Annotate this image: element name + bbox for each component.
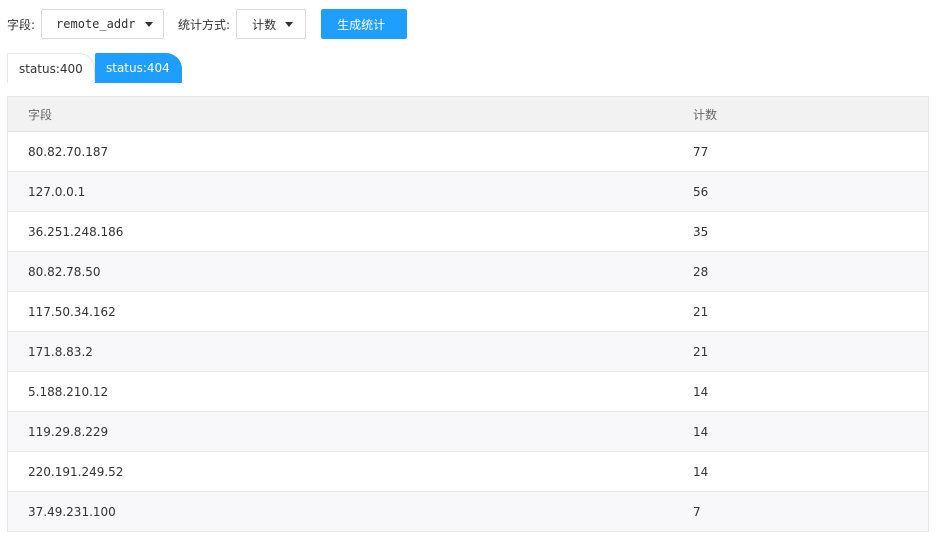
method-label: 统计方式: [178,17,231,32]
table-row: 171.8.83.2 21 [8,331,928,371]
status-tabs: status:400 status:404 [7,53,182,83]
table-row: 37.49.231.100 7 [8,491,928,531]
count-cell: 21 [693,344,709,359]
toolbar: 字段: remote_addr 统计方式: 计数 生成统计 [7,9,408,39]
field-cell: 220.191.249.52 [28,464,124,479]
field-cell: 127.0.0.1 [28,184,86,199]
field-cell: 36.251.248.186 [28,224,124,239]
count-cell: 56 [693,184,709,199]
tab-label: status:404 [106,61,170,75]
field-cell: 80.82.70.187 [28,144,109,159]
table-row: 119.29.8.229 14 [8,411,928,451]
table-row: 220.191.249.52 14 [8,451,928,491]
method-select[interactable]: 计数 [236,9,307,39]
field-cell: 5.188.210.12 [28,384,109,399]
column-header-field: 字段 [28,107,53,122]
field-cell: 171.8.83.2 [28,344,93,359]
chevron-down-icon [144,21,153,27]
count-cell: 28 [693,264,709,279]
stats-table: 字段 计数 80.82.70.187 77 127.0.0.1 56 36.25… [7,96,929,532]
count-cell: 14 [693,424,709,439]
count-cell: 21 [693,304,709,319]
field-select-value: remote_addr [56,17,136,31]
method-select-value: 计数 [252,17,277,32]
table-row: 5.188.210.12 14 [8,371,928,411]
tab-status-400[interactable]: status:400 [7,53,95,83]
count-cell: 14 [693,464,709,479]
column-header-count: 计数 [693,107,718,122]
field-label: 字段: [7,17,36,32]
field-cell: 119.29.8.229 [28,424,109,439]
count-cell: 7 [693,504,701,519]
table-row: 117.50.34.162 21 [8,291,928,331]
generate-stats-button[interactable]: 生成统计 [321,9,408,39]
tab-status-404[interactable]: status:404 [95,53,182,83]
stats-page: 字段: remote_addr 统计方式: 计数 生成统计 status:400… [0,0,944,546]
table-row: 127.0.0.1 56 [8,171,928,211]
table-header-row: 字段 计数 [8,97,928,131]
field-cell: 117.50.34.162 [28,304,116,319]
field-cell: 80.82.78.50 [28,264,101,279]
chevron-down-icon [285,21,294,27]
field-cell: 37.49.231.100 [28,504,116,519]
count-cell: 14 [693,384,709,399]
table-row: 80.82.78.50 28 [8,251,928,291]
table-row: 36.251.248.186 35 [8,211,928,251]
table-row: 80.82.70.187 77 [8,131,928,171]
count-cell: 77 [693,144,709,159]
field-select[interactable]: remote_addr [41,9,165,39]
count-cell: 35 [693,224,709,239]
tab-label: status:400 [19,61,83,76]
